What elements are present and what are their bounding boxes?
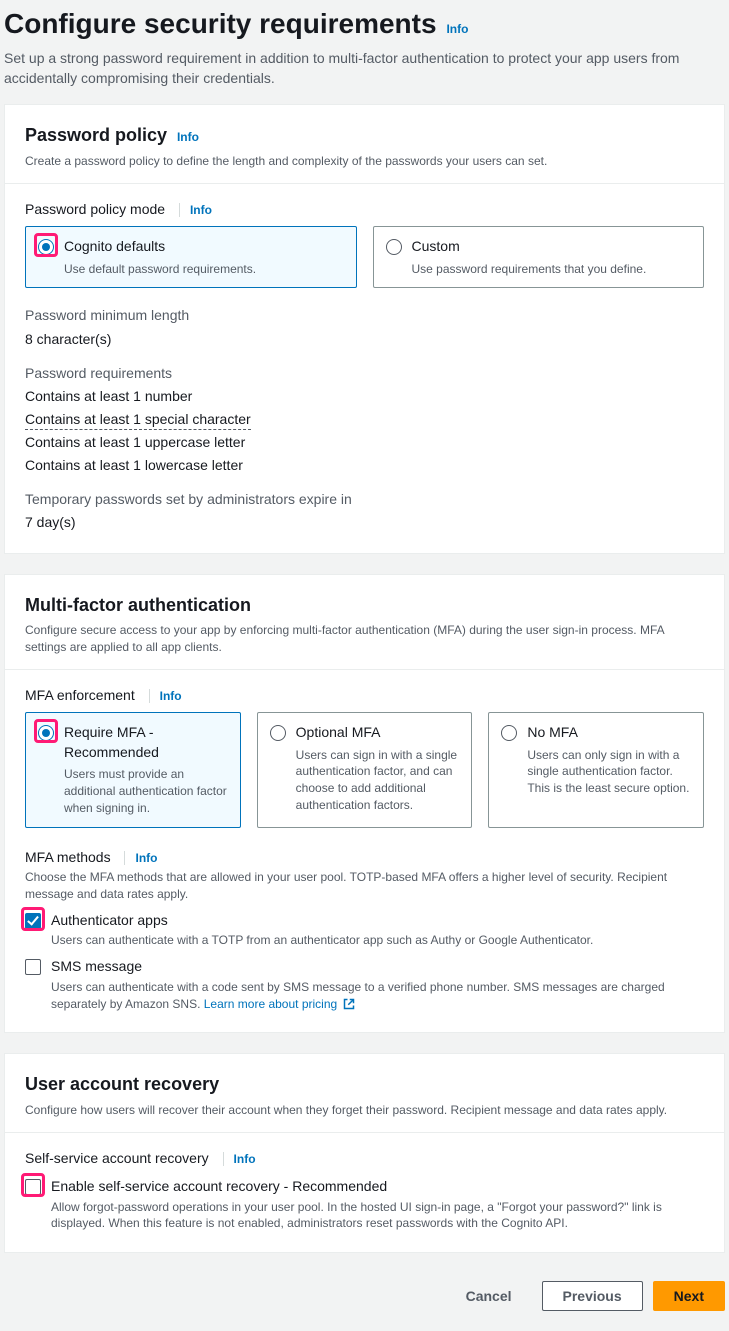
password-mode-label: Password policy mode [25, 201, 165, 217]
page-info-link[interactable]: Info [446, 22, 468, 36]
radio-require-title: Require MFA - Recommended [64, 723, 228, 762]
page-title: Configure security requirements [4, 8, 437, 39]
min-length-label: Password minimum length [25, 306, 704, 326]
check-sms-title: SMS message [51, 957, 704, 977]
recovery-panel: User account recovery Configure how user… [4, 1053, 725, 1253]
wizard-footer: Cancel Previous Next [4, 1273, 725, 1319]
radio-defaults-title: Cognito defaults [64, 237, 256, 257]
radio-custom-title: Custom [412, 237, 647, 257]
temp-password-value: 7 day(s) [25, 513, 704, 533]
radio-require-mfa[interactable]: Require MFA - Recommended Users must pro… [25, 712, 241, 828]
check-self-desc: Allow forgot-password operations in your… [51, 1199, 704, 1233]
radio-cognito-defaults[interactable]: Cognito defaults Use default password re… [25, 226, 357, 288]
requirement-item: Contains at least 1 number [25, 387, 704, 407]
radio-nomfa-desc: Users can only sign in with a single aut… [527, 747, 691, 797]
self-service-info-link[interactable]: Info [223, 1152, 256, 1166]
check-authapp-title: Authenticator apps [51, 911, 593, 931]
mfa-methods-label: MFA methods [25, 849, 111, 865]
radio-optional-title: Optional MFA [296, 723, 460, 743]
mfa-methods-description: Choose the MFA methods that are allowed … [25, 869, 704, 903]
radio-icon [501, 725, 517, 741]
check-self-title: Enable self-service account recovery - R… [51, 1177, 704, 1197]
next-button[interactable]: Next [653, 1281, 725, 1311]
requirements-label: Password requirements [25, 364, 704, 384]
radio-custom[interactable]: Custom Use password requirements that yo… [373, 226, 705, 288]
check-authapp-desc: Users can authenticate with a TOTP from … [51, 932, 593, 949]
password-policy-panel: Password policy Info Create a password p… [4, 104, 725, 553]
requirement-item: Contains at least 1 lowercase letter [25, 456, 704, 476]
radio-optional-mfa[interactable]: Optional MFA Users can sign in with a si… [257, 712, 473, 828]
self-service-label: Self-service account recovery [25, 1150, 209, 1166]
radio-icon [270, 725, 286, 741]
page-header: Configure security requirements Info Set… [4, 0, 725, 104]
previous-button[interactable]: Previous [542, 1281, 643, 1311]
mfa-methods-info-link[interactable]: Info [124, 851, 157, 865]
radio-icon [386, 239, 402, 255]
external-link-icon [343, 998, 355, 1010]
checkbox-sms-message[interactable] [25, 959, 41, 975]
password-policy-description: Create a password policy to define the l… [25, 153, 704, 170]
recovery-title: User account recovery [25, 1074, 219, 1094]
password-mode-info-link[interactable]: Info [179, 203, 212, 217]
temp-password-label: Temporary passwords set by administrator… [25, 490, 704, 510]
recovery-description: Configure how users will recover their a… [25, 1102, 704, 1119]
mfa-enforcement-label: MFA enforcement [25, 687, 135, 703]
check-sms-desc: Users can authenticate with a code sent … [51, 979, 704, 1013]
radio-require-desc: Users must provide an additional authent… [64, 766, 228, 816]
checkbox-authenticator-apps[interactable] [25, 913, 41, 929]
radio-custom-desc: Use password requirements that you defin… [412, 261, 647, 278]
page-description: Set up a strong password requirement in … [4, 49, 725, 88]
mfa-panel: Multi-factor authentication Configure se… [4, 574, 725, 1034]
password-policy-info-link[interactable]: Info [177, 130, 199, 144]
min-length-value: 8 character(s) [25, 330, 704, 350]
learn-more-pricing-link[interactable]: Learn more about pricing [204, 997, 355, 1011]
mfa-title: Multi-factor authentication [25, 595, 251, 615]
radio-no-mfa[interactable]: No MFA Users can only sign in with a sin… [488, 712, 704, 828]
requirement-item: Contains at least 1 uppercase letter [25, 433, 704, 453]
cancel-button[interactable]: Cancel [446, 1282, 532, 1310]
radio-icon [38, 725, 54, 741]
radio-icon [38, 239, 54, 255]
requirement-item: Contains at least 1 special character [25, 410, 704, 431]
radio-optional-desc: Users can sign in with a single authenti… [296, 747, 460, 814]
radio-defaults-desc: Use default password requirements. [64, 261, 256, 278]
mfa-description: Configure secure access to your app by e… [25, 622, 704, 656]
radio-nomfa-title: No MFA [527, 723, 691, 743]
mfa-enforcement-info-link[interactable]: Info [149, 689, 182, 703]
password-policy-title: Password policy [25, 125, 167, 145]
